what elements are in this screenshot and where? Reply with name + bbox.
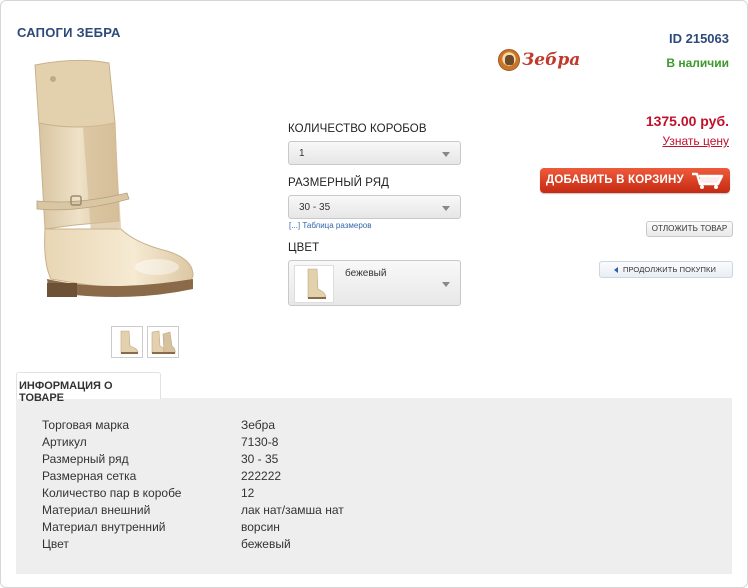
info-label: Размерный ряд xyxy=(42,452,129,466)
chevron-down-icon xyxy=(442,152,450,157)
defer-item-button[interactable]: ОТЛОЖИТЬ ТОВАР xyxy=(646,221,733,237)
add-to-cart-button[interactable]: ДОБАВИТЬ В КОРЗИНУ xyxy=(540,168,730,193)
info-value: 222222 xyxy=(241,469,282,483)
product-thumbnails xyxy=(111,326,179,358)
continue-shopping-label: ПРОДОЛЖИТЬ ПОКУПКИ xyxy=(623,265,716,274)
info-label: Материал внешний xyxy=(42,503,151,517)
box-count-label: КОЛИЧЕСТВО КОРОБОВ xyxy=(288,123,427,135)
info-label: Количество пар в коробе xyxy=(42,486,182,500)
boot-thumbnail-side-icon xyxy=(120,330,139,354)
product-price: 1375.00 руб. xyxy=(645,113,729,129)
product-card: САПОГИ ЗЕБРА ID 215063 Зебра В наличии К… xyxy=(0,0,748,588)
product-info-panel: Торговая марка Зебра Артикул 7130-8 Разм… xyxy=(16,398,732,574)
color-value: бежевый xyxy=(345,268,387,279)
thumbnail-2[interactable] xyxy=(147,326,179,358)
info-value: лак нат/замша нат xyxy=(241,503,344,517)
info-value: 30 - 35 xyxy=(241,452,279,466)
boot-image xyxy=(34,59,194,297)
shopping-cart-icon xyxy=(692,172,724,189)
info-label: Артикул xyxy=(42,435,87,449)
info-label: Торговая марка xyxy=(42,418,130,432)
info-value: 12 xyxy=(241,486,255,500)
thumbnail-1[interactable] xyxy=(111,326,143,358)
color-label: ЦВЕТ xyxy=(288,242,320,254)
zebra-brand-icon xyxy=(498,49,520,71)
tab-product-info[interactable]: ИНФОРМАЦИЯ О ТОВАРЕ xyxy=(16,372,161,404)
color-swatch-image xyxy=(294,265,334,303)
size-table-link[interactable]: [...] Таблица размеров xyxy=(289,221,372,230)
info-label: Материал внутренний xyxy=(42,520,166,534)
stock-status: В наличии xyxy=(666,56,729,70)
chevron-down-icon xyxy=(442,206,450,211)
chevron-down-icon xyxy=(442,282,450,287)
arrow-left-icon xyxy=(614,267,618,273)
boot-swatch-icon xyxy=(307,268,327,299)
info-value: ворсин xyxy=(241,520,280,534)
size-range-select[interactable]: 30 - 35 xyxy=(288,195,461,219)
info-value: бежевый xyxy=(241,537,291,551)
brand-logo-text: Зебра xyxy=(522,50,581,70)
brand-logo[interactable]: Зебра xyxy=(498,49,580,71)
box-count-select[interactable]: 1 xyxy=(288,141,461,165)
info-value: 7130-8 xyxy=(241,435,279,449)
boot-thumbnail-pair-icon xyxy=(151,330,176,354)
size-range-label: РАЗМЕРНЫЙ РЯД xyxy=(288,177,390,189)
product-id: ID 215063 xyxy=(669,31,729,46)
product-title: САПОГИ ЗЕБРА xyxy=(17,25,121,40)
size-range-value: 30 - 35 xyxy=(299,202,331,213)
color-select[interactable]: бежевый xyxy=(288,260,461,306)
price-inquiry-link[interactable]: Узнать цену xyxy=(662,134,729,148)
add-to-cart-label: ДОБАВИТЬ В КОРЗИНУ xyxy=(546,174,684,186)
continue-shopping-button[interactable]: ПРОДОЛЖИТЬ ПОКУПКИ xyxy=(599,261,733,278)
info-value: Зебра xyxy=(241,418,276,432)
info-label: Размерная сетка xyxy=(42,469,137,483)
info-label: Цвет xyxy=(42,537,69,551)
box-count-value: 1 xyxy=(299,148,305,159)
product-main-image[interactable] xyxy=(17,53,207,315)
